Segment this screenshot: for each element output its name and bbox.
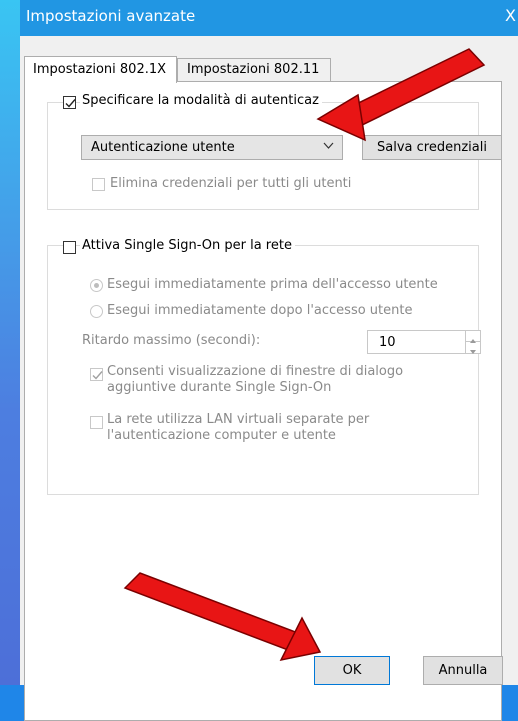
red-arrow-bottom [123,572,322,662]
red-arrow-top [316,48,486,142]
annotation-arrows [123,48,486,662]
tab-8021x-settings[interactable]: Impostazioni 802.1X [24,56,177,83]
